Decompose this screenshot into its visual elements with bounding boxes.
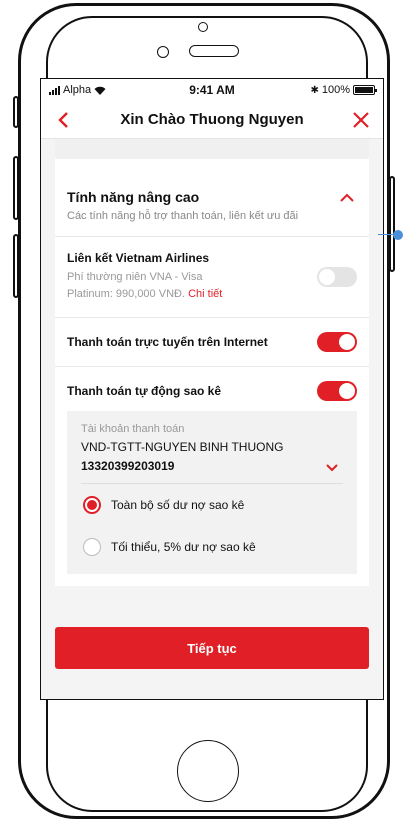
vietnam-airlines-toggle[interactable]	[317, 267, 357, 287]
volume-up-button	[13, 156, 19, 220]
radio-button[interactable]	[83, 538, 101, 556]
advanced-features-card: Tính năng nâng cao Các tính năng hỗ trợ …	[55, 159, 369, 586]
bluetooth-icon: ✱	[310, 84, 319, 96]
chevron-up-icon[interactable]	[339, 193, 355, 203]
continue-button[interactable]: Tiếp tục	[55, 627, 369, 669]
speaker-grille	[189, 45, 239, 57]
scroll-content[interactable]: Tính năng nâng cao Các tính năng hỗ trợ …	[41, 139, 383, 699]
chevron-down-icon[interactable]	[325, 463, 339, 472]
feature-row-auto-payment: Thanh toán tự động sao kê Tài khoản than…	[55, 367, 369, 586]
battery-icon	[352, 85, 377, 95]
nav-bar: Xin Chào Thuong Nguyen	[41, 101, 383, 139]
status-bar: Alpha 9:41 AM ✱ 100%	[41, 79, 383, 101]
payment-account-select[interactable]: Tài khoản thanh toán VND-TGTT-NGUYEN BIN…	[81, 423, 343, 484]
wifi-icon	[94, 86, 106, 95]
radio-button[interactable]	[83, 496, 101, 514]
mute-switch	[13, 96, 19, 128]
annotation-connector	[378, 234, 394, 235]
power-button	[389, 176, 395, 272]
details-link[interactable]: Chi tiết	[188, 288, 222, 300]
page-title: Xin Chào Thuong Nguyen	[120, 111, 304, 128]
feature-title: Liên kết Vietnam Airlines	[67, 251, 210, 265]
section-title: Tính năng nâng cao	[67, 189, 200, 205]
radio-label: Toàn bộ số dư nợ sao kê	[111, 498, 245, 512]
feature-description: Phí thường niên VNA - Visa Platinum: 990…	[67, 271, 223, 300]
back-button[interactable]	[51, 108, 75, 132]
chevron-left-icon	[58, 111, 68, 128]
account-name: VND-TGTT-NGUYEN BINH THUONG	[81, 440, 284, 454]
close-button[interactable]	[349, 108, 373, 132]
status-time: 9:41 AM	[189, 83, 235, 97]
app-screen: Alpha 9:41 AM ✱ 100% Xin Chào Thuong Ngu…	[40, 78, 384, 700]
feature-title: Thanh toán trực tuyến trên Internet	[67, 335, 268, 349]
payment-option-full[interactable]: Toàn bộ số dư nợ sao kê	[81, 484, 343, 526]
home-button[interactable]	[177, 740, 239, 802]
account-number: 13320399203019	[81, 459, 175, 473]
battery-label: 100%	[321, 84, 350, 96]
feature-title: Thanh toán tự động sao kê	[67, 384, 222, 398]
radio-label: Tối thiểu, 5% dư nợ sao kê	[111, 540, 256, 554]
previous-card-bottom	[55, 139, 369, 159]
feature-row-online-payment: Thanh toán trực tuyến trên Internet	[55, 318, 369, 367]
close-icon	[353, 111, 369, 128]
account-label: Tài khoản thanh toán	[81, 423, 185, 435]
signal-icon	[49, 85, 60, 95]
payment-account-panel: Tài khoản thanh toán VND-TGTT-NGUYEN BIN…	[67, 411, 357, 574]
payment-option-minimum[interactable]: Tối thiểu, 5% dư nợ sao kê	[81, 526, 343, 568]
annotation-dot	[393, 230, 403, 240]
advanced-features-header[interactable]: Tính năng nâng cao Các tính năng hỗ trợ …	[55, 159, 369, 237]
feature-row-vietnam-airlines: Liên kết Vietnam Airlines Phí thường niê…	[55, 237, 369, 318]
carrier-label: Alpha	[63, 84, 92, 96]
sensor-icon	[157, 46, 169, 58]
camera-icon	[198, 22, 208, 32]
section-subtitle: Các tính năng hỗ trợ thanh toán, liên kế…	[67, 210, 299, 222]
volume-down-button	[13, 234, 19, 298]
online-payment-toggle[interactable]	[317, 332, 357, 352]
auto-payment-toggle[interactable]	[317, 381, 357, 401]
